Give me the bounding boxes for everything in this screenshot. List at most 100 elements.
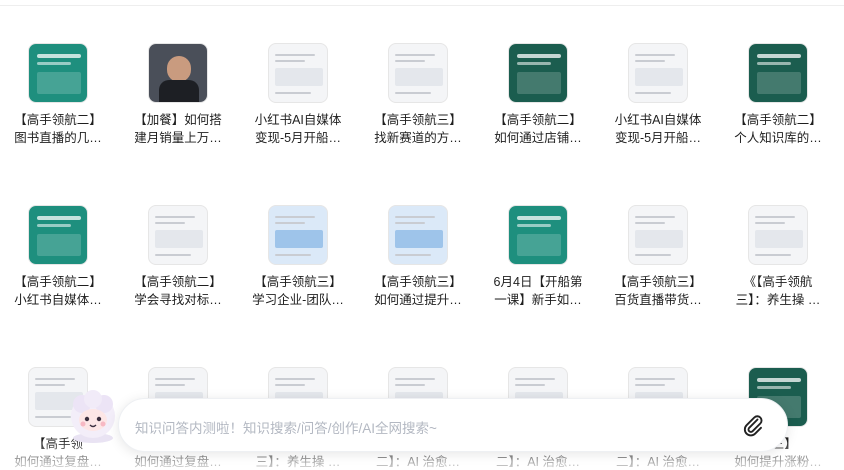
course-title[interactable]: 【高手领航三】 学习企业-团队…: [240, 273, 356, 309]
course-card[interactable]: 【高手领航三】 如何通过提升…: [360, 205, 476, 309]
course-title-line: 【高手领航二】: [14, 113, 102, 127]
course-title-line: 变现-5月开船…: [254, 131, 342, 145]
thumb-decoration: [395, 60, 425, 62]
course-thumbnail[interactable]: [508, 43, 568, 103]
thumb-decoration: [395, 216, 435, 218]
ask-input-bar[interactable]: 知识问答内测啦！知识搜索/问答/创作/AI全网搜索~: [118, 398, 788, 452]
course-title-line: 【高手领航二】: [14, 275, 102, 289]
thumb-decoration: [395, 222, 425, 224]
thumb-decoration: [155, 384, 185, 386]
course-thumbnail[interactable]: [748, 43, 808, 103]
thumb-decoration: [37, 216, 81, 220]
thumb-decoration: [517, 62, 551, 65]
thumb-decoration: [275, 378, 315, 380]
course-title-line: 三】：养生操 …: [735, 293, 821, 307]
thumb-decoration: [635, 230, 683, 248]
course-title-line: 如何通过复盘…: [14, 455, 102, 469]
thumb-decoration: [155, 222, 185, 224]
course-title[interactable]: 【高手领航二】 图书直播的几…: [0, 111, 116, 147]
course-card[interactable]: 【高手领航三】 学习企业-团队…: [240, 205, 356, 309]
course-thumbnail[interactable]: [508, 205, 568, 265]
mascot-icon[interactable]: [62, 386, 124, 448]
thumb-decoration: [395, 68, 443, 86]
thumb-decoration: [395, 254, 431, 256]
course-title[interactable]: 【高手领航三】 百货直播带货…: [600, 273, 716, 309]
course-title[interactable]: 【高手领航二】 个人知识库的…: [720, 111, 836, 147]
course-card[interactable]: 《【高手领航 三】：养生操 …: [720, 205, 836, 309]
course-thumbnail[interactable]: [28, 205, 88, 265]
course-thumbnail[interactable]: [268, 43, 328, 103]
course-thumbnail[interactable]: [28, 43, 88, 103]
thumb-decoration: [395, 378, 435, 380]
ask-placeholder[interactable]: 知识问答内测啦！知识搜索/问答/创作/AI全网搜索~: [135, 417, 437, 437]
thumb-decoration: [275, 254, 311, 256]
thumb-decoration: [395, 384, 425, 386]
course-card[interactable]: 【高手领航三】 百货直播带货…: [600, 205, 716, 309]
course-title-line: 如何通过店铺…: [494, 131, 582, 145]
thumb-decoration: [37, 224, 71, 227]
course-title-line: 变现-5月开船…: [614, 131, 702, 145]
course-title[interactable]: 小红书AI自媒体 变现-5月开船…: [600, 111, 716, 147]
course-title-line: 【高手领航二】: [134, 275, 222, 289]
course-card[interactable]: 【高手领航二】 学会寻找对标…: [120, 205, 236, 309]
course-title-line: 图书直播的几…: [14, 131, 102, 145]
course-title[interactable]: 《【高手领航 三】：养生操 …: [720, 273, 836, 309]
course-card[interactable]: 【高手领航二】 个人知识库的…: [720, 43, 836, 147]
thumb-decoration: [757, 386, 791, 389]
thumb-decoration: [167, 56, 191, 82]
course-title[interactable]: 【高手领航二】 学会寻找对标…: [120, 273, 236, 309]
course-title-line: 二】：AI 治愈…: [375, 455, 461, 469]
course-title-line: 一课】新手如…: [494, 293, 582, 307]
thumb-decoration: [395, 230, 443, 248]
course-thumbnail[interactable]: [748, 205, 808, 265]
course-title-line: 【高手领航三】: [374, 275, 462, 289]
thumb-decoration: [37, 72, 81, 94]
paperclip-icon[interactable]: [741, 413, 765, 437]
course-card[interactable]: 【高手领航二】 小红书自媒体…: [0, 205, 116, 309]
course-title-line: 学会寻找对标…: [134, 293, 222, 307]
course-thumbnail[interactable]: [268, 205, 328, 265]
course-title-line: 【加餐】如何搭: [134, 113, 222, 127]
course-thumbnail[interactable]: [628, 43, 688, 103]
thumb-decoration: [275, 68, 323, 86]
thumb-decoration: [37, 234, 81, 256]
thumb-decoration: [755, 222, 785, 224]
thumb-decoration: [155, 254, 191, 256]
course-card[interactable]: 小红书AI自媒体 变现-5月开船…: [240, 43, 356, 147]
thumb-decoration: [275, 230, 323, 248]
course-card[interactable]: 【加餐】如何搭 建月销量上万…: [120, 43, 236, 147]
thumb-decoration: [635, 60, 665, 62]
course-card[interactable]: 【高手领航二】 如何通过店铺…: [480, 43, 596, 147]
course-title[interactable]: 【高手领航三】 如何通过提升…: [360, 273, 476, 309]
thumb-decoration: [757, 72, 801, 94]
course-title-line: 找新赛道的方…: [374, 131, 462, 145]
thumb-decoration: [35, 384, 65, 386]
thumb-decoration: [515, 384, 545, 386]
course-title[interactable]: 6月4日【开船第 一课】新手如…: [480, 273, 596, 309]
course-thumbnail[interactable]: [388, 43, 448, 103]
thumb-decoration: [635, 92, 671, 94]
course-title[interactable]: 【高手领航三】 找新赛道的方…: [360, 111, 476, 147]
course-title[interactable]: 【加餐】如何搭 建月销量上万…: [120, 111, 236, 147]
course-title-line: 【高手领航二】: [734, 113, 822, 127]
course-title[interactable]: 【高手领航二】 如何通过店铺…: [480, 111, 596, 147]
course-title-line: 小红书自媒体…: [14, 293, 102, 307]
thumb-decoration: [37, 54, 81, 58]
thumb-decoration: [275, 384, 305, 386]
course-card[interactable]: 6月4日【开船第 一课】新手如…: [480, 205, 596, 309]
course-title-line: 如何通过复盘…: [134, 455, 222, 469]
thumb-decoration: [275, 54, 315, 56]
course-thumbnail[interactable]: [148, 43, 208, 103]
course-thumbnail[interactable]: [628, 205, 688, 265]
course-title[interactable]: 【高手领航二】 小红书自媒体…: [0, 273, 116, 309]
thumb-decoration: [635, 222, 665, 224]
thumb-decoration: [155, 378, 195, 380]
course-card[interactable]: 小红书AI自媒体 变现-5月开船…: [600, 43, 716, 147]
thumb-decoration: [757, 62, 791, 65]
course-title[interactable]: 小红书AI自媒体 变现-5月开船…: [240, 111, 356, 147]
course-card[interactable]: 【高手领航三】 找新赛道的方…: [360, 43, 476, 147]
course-thumbnail[interactable]: [148, 205, 208, 265]
course-thumbnail[interactable]: [388, 205, 448, 265]
course-card[interactable]: 【高手领航二】 图书直播的几…: [0, 43, 116, 147]
thumb-decoration: [517, 54, 561, 58]
